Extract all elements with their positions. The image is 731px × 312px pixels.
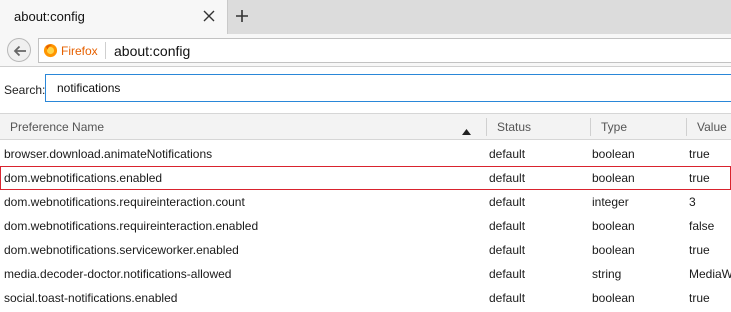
pref-value: true (689, 171, 710, 185)
pref-type: boolean (592, 147, 635, 161)
pref-type: boolean (592, 291, 635, 305)
table-row[interactable]: media.decoder-doctor.notifications-allow… (0, 262, 731, 286)
pref-value: true (689, 291, 710, 305)
column-separator[interactable] (686, 118, 687, 136)
pref-type: boolean (592, 243, 635, 257)
back-button[interactable] (7, 38, 31, 62)
pref-name: dom.webnotifications.enabled (4, 171, 163, 185)
search-label: Search: (4, 83, 46, 97)
column-header-status[interactable]: Status (497, 120, 531, 134)
pref-name: dom.webnotifications.serviceworker.enabl… (4, 243, 239, 257)
firefox-logo-icon (43, 43, 58, 58)
pref-value: MediaW (689, 267, 731, 281)
table-row[interactable]: dom.webnotifications.requireinteraction.… (0, 190, 731, 214)
pref-name: browser.download.animateNotifications (4, 147, 213, 161)
column-separator[interactable] (486, 118, 487, 136)
pref-value: true (689, 243, 710, 257)
close-icon[interactable] (201, 8, 217, 24)
table-row-highlighted[interactable]: dom.webnotifications.enabled default boo… (0, 166, 731, 190)
table-row[interactable]: dom.webnotifications.requireinteraction.… (0, 214, 731, 238)
nav-bar: Firefox about:config (0, 34, 731, 67)
url-separator (105, 42, 106, 59)
pref-status: default (489, 195, 526, 209)
column-header-name[interactable]: Preference Name (10, 120, 104, 134)
pref-type: integer (592, 195, 629, 209)
column-header-type[interactable]: Type (601, 120, 627, 134)
pref-type: boolean (592, 219, 635, 233)
sort-up-icon (462, 124, 471, 138)
search-input[interactable] (45, 74, 731, 102)
table-header: Preference Name Status Type Value (0, 113, 731, 140)
plus-icon[interactable] (234, 8, 250, 24)
pref-status: default (489, 291, 526, 305)
pref-name: dom.webnotifications.requireinteraction.… (4, 219, 259, 233)
pref-status: default (489, 219, 526, 233)
pref-name: social.toast-notifications.enabled (4, 291, 178, 305)
pref-status: default (489, 267, 526, 281)
pref-value: false (689, 219, 715, 233)
pref-name: media.decoder-doctor.notifications-allow… (4, 267, 232, 281)
table-row[interactable]: browser.download.animateNotifications de… (0, 142, 731, 166)
table-row[interactable]: dom.webnotifications.serviceworker.enabl… (0, 238, 731, 262)
pref-value: true (689, 147, 710, 161)
url-text[interactable]: about:config (114, 43, 190, 59)
pref-name: dom.webnotifications.requireinteraction.… (4, 195, 245, 209)
pref-status: default (489, 243, 526, 257)
column-header-value[interactable]: Value (697, 120, 727, 134)
back-arrow-icon (13, 45, 26, 57)
pref-value: 3 (689, 195, 696, 209)
table-row[interactable]: social.toast-notifications.enabled defau… (0, 286, 731, 310)
identity-label: Firefox (61, 44, 98, 58)
tab-strip: about:config (0, 0, 731, 34)
tab-about-config[interactable]: about:config (0, 0, 228, 34)
pref-status: default (489, 147, 526, 161)
pref-type: string (592, 267, 622, 281)
tab-title: about:config (14, 9, 85, 24)
pref-type: boolean (592, 171, 635, 185)
url-bar[interactable]: Firefox about:config (38, 38, 731, 63)
column-separator[interactable] (590, 118, 591, 136)
pref-status: default (489, 171, 526, 185)
